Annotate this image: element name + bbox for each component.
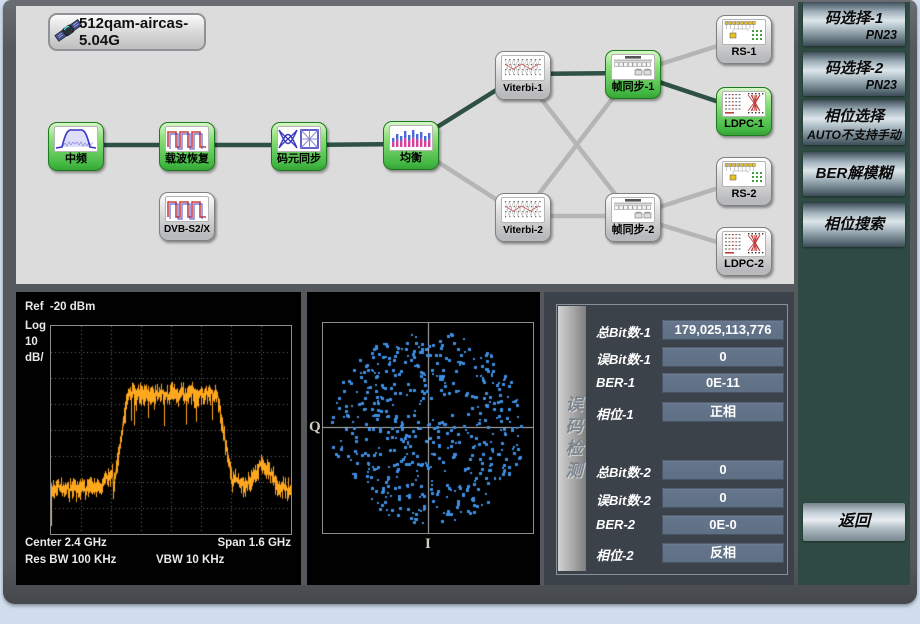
node-frame-sync-2[interactable]: 帧同步-2 xyxy=(605,193,661,242)
node-label: LDPC-1 xyxy=(717,117,771,132)
node-carrier-recovery[interactable]: 载波恢复 xyxy=(159,122,215,171)
code-select-1-button[interactable]: 码选择-1PN23 xyxy=(803,2,905,46)
ber-row-value-1: 0 xyxy=(662,347,784,367)
ber-row-label-5: 误Bit数-2 xyxy=(596,490,651,509)
node-label: RS-1 xyxy=(717,45,771,60)
button-label: 码选择-2 xyxy=(803,52,905,78)
node-ldpc-1[interactable]: LDPC-1 xyxy=(716,87,772,136)
ber-row-value-7: 反相 xyxy=(662,543,784,563)
spectrum-ref-label: Ref -20 dBm xyxy=(25,301,95,313)
node-if[interactable]: 中频 xyxy=(48,122,104,171)
node-label: DVB-S2/X xyxy=(160,222,214,237)
ber-side-strip: 误码检测 xyxy=(558,306,586,571)
node-label: 帧同步-2 xyxy=(606,223,660,238)
node-label: Viterbi-2 xyxy=(496,223,550,238)
button-label: 码选择-1 xyxy=(803,2,905,28)
node-viterbi-2[interactable]: Viterbi-2 xyxy=(495,193,551,242)
button-label: 相位搜索 xyxy=(803,203,905,247)
node-symbol-sync[interactable]: 码元同步 xyxy=(271,122,327,171)
node-label: 中频 xyxy=(49,152,103,167)
signal-title-label: 512qam-aircas-5.04G xyxy=(79,15,204,49)
ber-row-value-0: 179,025,113,776 xyxy=(662,320,784,340)
node-dvb-s2x[interactable]: DVB-S2/X xyxy=(159,192,215,241)
ber-row-value-6: 0E-0 xyxy=(662,515,784,535)
ber-row-value-5: 0 xyxy=(662,488,784,508)
spectrum-scale-db: dB/ xyxy=(25,352,44,364)
signal-chain-diagram: 512qam-aircas-5.04G 中频 载波恢复 DVB-S2/X 码元同步 均衡… xyxy=(16,6,794,284)
button-label: 相位选择 xyxy=(803,100,905,126)
node-ldpc-2[interactable]: LDPC-2 xyxy=(716,227,772,276)
ber-row-label-3: 相位-1 xyxy=(596,404,634,423)
spectrum-center-label: Center 2.4 GHz xyxy=(25,537,107,549)
ber-row-label-2: BER-1 xyxy=(596,375,635,390)
equalizer-bars-icon xyxy=(389,125,433,151)
trellis-icon xyxy=(501,55,545,81)
ldpc-graph-icon xyxy=(722,91,766,117)
ldpc-graph-icon xyxy=(722,231,766,257)
spectrum-scale-log: Log xyxy=(25,320,46,332)
node-rs-1[interactable]: RS-1 xyxy=(716,15,772,64)
frame-table-icon xyxy=(611,197,655,223)
ber-row-label-0: 总Bit数-1 xyxy=(596,322,651,341)
spectrum-span-label: Span 1.6 GHz xyxy=(218,537,292,549)
constellation-plot xyxy=(322,322,534,534)
node-label: Viterbi-1 xyxy=(496,81,550,96)
spectrum-scale-10: 10 xyxy=(25,336,38,348)
constellation-i-label: I xyxy=(425,536,431,553)
ber-side-label: 误码检测 xyxy=(560,395,585,483)
eye-diagram-icon xyxy=(277,126,321,152)
constellation-panel: Q I xyxy=(307,292,540,585)
node-label: 均衡 xyxy=(384,151,438,166)
spectrum-rbw-label: Res BW 100 KHz xyxy=(25,554,116,566)
node-rs-2[interactable]: RS-2 xyxy=(716,157,772,206)
constellation-q-label: Q xyxy=(309,419,321,436)
demodulator-app-window: 512qam-aircas-5.04G 中频 载波恢复 DVB-S2/X 码元同步 均衡… xyxy=(0,0,920,624)
node-label: 码元同步 xyxy=(272,152,326,167)
ber-row-label-1: 误Bit数-1 xyxy=(596,349,651,368)
frame-table-icon xyxy=(611,54,655,80)
pulse-icon xyxy=(165,126,209,152)
button-value: PN23 xyxy=(803,78,905,92)
node-frame-sync-1[interactable]: 帧同步-1 xyxy=(605,50,661,99)
button-value: AUTO不支持手动 xyxy=(803,126,905,143)
ber-row-value-4: 0 xyxy=(662,460,784,480)
node-label: LDPC-2 xyxy=(717,257,771,272)
trellis-icon xyxy=(501,197,545,223)
rs-blocks-icon xyxy=(722,161,766,187)
ber-panel: 误码检测 总Bit数-1 179,025,113,776 误Bit数-1 0 BER-1… xyxy=(544,292,794,585)
back-button[interactable]: 返回 xyxy=(803,503,905,541)
sidebar: 码选择-1PN23码选择-2PN23相位选择AUTO不支持手动BER解模糊相位搜… xyxy=(798,2,910,585)
code-select-2-button[interactable]: 码选择-2PN23 xyxy=(803,52,905,96)
button-value: PN23 xyxy=(803,28,905,42)
ber-row-label-7: 相位-2 xyxy=(596,545,634,564)
ber-row-label-4: 总Bit数-2 xyxy=(596,462,651,481)
spectrum-panel: Ref -20 dBm Log 10 dB/ Center 2.4 GHz Sp… xyxy=(16,292,301,585)
back-button-label: 返回 xyxy=(803,503,905,541)
node-equalizer[interactable]: 均衡 xyxy=(383,121,439,170)
ber-row-value-3: 正相 xyxy=(662,402,784,422)
phase-select-button[interactable]: 相位选择AUTO不支持手动 xyxy=(803,100,905,145)
rs-blocks-icon xyxy=(722,19,766,45)
node-viterbi-1[interactable]: Viterbi-1 xyxy=(495,51,551,100)
node-label: 载波恢复 xyxy=(160,152,214,167)
spectrum-plot xyxy=(50,325,292,535)
phase-search-button[interactable]: 相位搜索 xyxy=(803,203,905,247)
signal-title-button[interactable]: 512qam-aircas-5.04G xyxy=(48,13,206,51)
button-label: BER解模糊 xyxy=(803,152,905,196)
spectrum-vbw-label: VBW 10 KHz xyxy=(156,554,224,566)
ber-row-value-2: 0E-11 xyxy=(662,373,784,393)
ber-deambiguation-button[interactable]: BER解模糊 xyxy=(803,152,905,196)
ber-row-label-6: BER-2 xyxy=(596,517,635,532)
pulse-icon xyxy=(165,196,209,222)
spectrum-icon xyxy=(54,126,98,152)
node-label: 帧同步-1 xyxy=(606,80,660,95)
node-label: RS-2 xyxy=(717,187,771,202)
